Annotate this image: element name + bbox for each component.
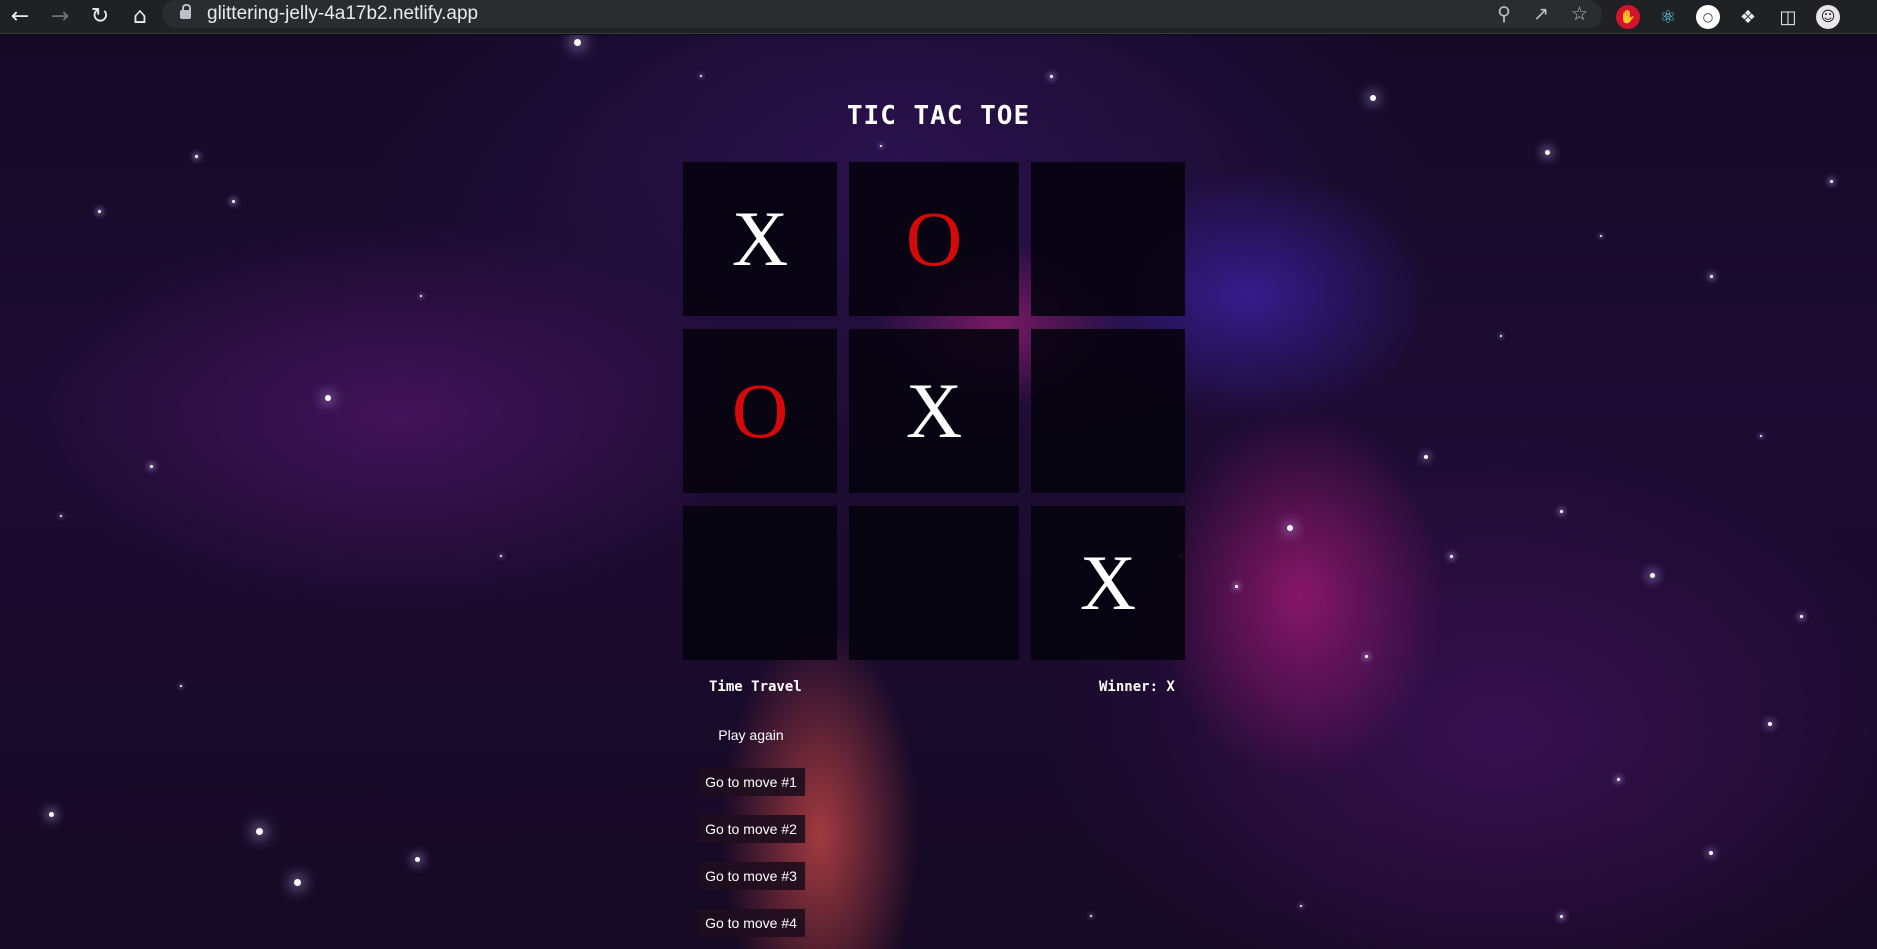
circle-extension-icon[interactable]: ○ (1696, 5, 1720, 29)
star (880, 145, 882, 147)
star (1287, 525, 1293, 531)
side-panel-icon[interactable]: ◫ (1776, 5, 1800, 29)
star (1560, 510, 1563, 513)
star (1450, 555, 1453, 558)
back-icon[interactable]: ← (0, 0, 40, 34)
star (1760, 435, 1762, 437)
star (1545, 150, 1550, 155)
page-title: TIC TAC TOE (846, 101, 1031, 131)
star (256, 828, 263, 835)
go-to-move-button[interactable]: Go to move #2 (697, 815, 805, 843)
star (415, 857, 420, 862)
star (500, 555, 502, 557)
board-square[interactable]: O (849, 162, 1019, 316)
board-square[interactable]: X (849, 329, 1019, 493)
play-again-button[interactable]: Play again (710, 721, 791, 749)
board-square[interactable] (849, 506, 1019, 660)
board-square[interactable]: O (683, 329, 837, 493)
forward-icon[interactable]: → (40, 0, 80, 34)
star (1600, 235, 1602, 237)
star (1500, 335, 1502, 337)
star (150, 465, 153, 468)
star (180, 685, 182, 687)
time-travel-label: Time Travel (709, 679, 802, 695)
star (1235, 585, 1238, 588)
page-background: TIC TAC TOE X O O X X Time Travel Winner… (0, 35, 1877, 949)
react-devtools-icon[interactable]: ⚛ (1656, 5, 1680, 29)
board-square[interactable] (683, 506, 837, 660)
star (700, 75, 702, 77)
star (1560, 915, 1563, 918)
share-icon[interactable]: ↗ (1533, 3, 1549, 25)
go-to-move-button[interactable]: Go to move #3 (697, 862, 805, 890)
star (1090, 915, 1092, 917)
lock-icon[interactable] (180, 3, 191, 19)
profile-avatar-icon[interactable]: ☺ (1816, 5, 1840, 29)
star (1365, 655, 1368, 658)
address-bar[interactable]: glittering-jelly-4a17b2.netlify.app ⚲ ↗ … (162, 0, 1602, 28)
game-board: X O O X X (683, 162, 1185, 660)
board-square[interactable]: X (1031, 506, 1185, 660)
adblock-icon[interactable]: ✋ (1616, 5, 1640, 29)
reload-icon[interactable]: ↻ (80, 0, 120, 34)
bookmark-star-icon[interactable]: ☆ (1571, 3, 1588, 25)
star (1709, 851, 1713, 855)
star (98, 210, 101, 213)
star (195, 155, 198, 158)
url-text[interactable]: glittering-jelly-4a17b2.netlify.app (207, 3, 478, 25)
star (1710, 275, 1713, 278)
star (1050, 75, 1053, 78)
star (574, 39, 581, 46)
game-status: Winner: X (1099, 679, 1175, 695)
home-icon[interactable]: ⌂ (120, 0, 160, 34)
star (60, 515, 62, 517)
star (325, 395, 331, 401)
board-square[interactable] (1031, 329, 1185, 493)
go-to-move-button[interactable]: Go to move #4 (697, 909, 805, 937)
star (1617, 778, 1620, 781)
star (1830, 180, 1833, 183)
board-square[interactable] (1031, 162, 1185, 316)
extensions-puzzle-icon[interactable]: ❖ (1736, 5, 1760, 29)
star (1768, 722, 1772, 726)
go-to-move-button[interactable]: Go to move #1 (697, 768, 805, 796)
star (1300, 905, 1302, 907)
board-square[interactable]: X (683, 162, 837, 316)
star (1650, 573, 1655, 578)
move-history: Play again Go to move #1 Go to move #2 G… (697, 721, 805, 937)
star (49, 812, 54, 817)
star (294, 879, 301, 886)
star (1424, 455, 1428, 459)
star (232, 200, 235, 203)
star (420, 295, 422, 297)
star (1800, 615, 1803, 618)
zoom-icon[interactable]: ⚲ (1497, 3, 1511, 25)
browser-toolbar: ← → ↻ ⌂ glittering-jelly-4a17b2.netlify.… (0, 0, 1877, 34)
